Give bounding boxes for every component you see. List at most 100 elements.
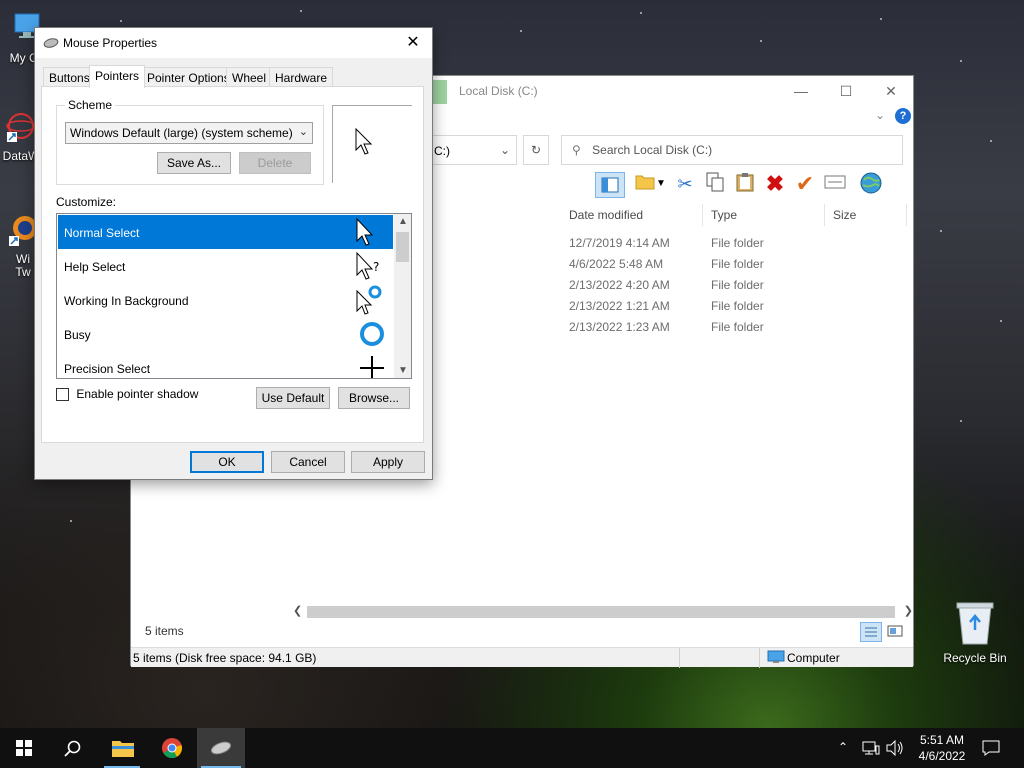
scheme-value: Windows Default (large) (system scheme) xyxy=(70,126,293,140)
help-icon[interactable]: ? xyxy=(895,108,911,124)
list-item-precision-select[interactable]: Precision Select xyxy=(58,351,393,378)
use-default-button[interactable]: Use Default xyxy=(256,387,330,409)
column-header-type[interactable]: Type xyxy=(703,204,825,226)
address-text: C:) xyxy=(434,144,450,158)
system-clock[interactable]: 5:51 AM 4/6/2022 xyxy=(912,732,972,764)
tab-pointers[interactable]: Pointers xyxy=(89,65,146,88)
chevron-up-icon[interactable]: ⌃ xyxy=(838,740,848,754)
scheme-select[interactable]: Windows Default (large) (system scheme) … xyxy=(65,122,313,144)
maximize-button[interactable]: ☐ xyxy=(836,82,856,100)
mouse-properties-taskbar[interactable] xyxy=(197,728,245,768)
browse-button[interactable]: Browse... xyxy=(338,387,410,409)
vertical-scrollbar[interactable]: ▲ ▼ xyxy=(394,214,411,378)
tab-wheel[interactable]: Wheel xyxy=(226,67,273,87)
apply-button[interactable]: Apply xyxy=(351,451,425,473)
paste-icon[interactable] xyxy=(733,172,757,196)
dialog-title-bar[interactable]: Mouse Properties ✕ xyxy=(35,28,432,58)
refresh-button[interactable]: ↻ xyxy=(523,135,549,165)
table-row[interactable]: 2/13/2022 1:23 AM File folder xyxy=(561,318,901,339)
mouse-properties-dialog: Mouse Properties ✕ Buttons Pointers Poin… xyxy=(34,27,433,480)
item-count: 5 items xyxy=(145,624,184,638)
save-as-button[interactable]: Save As... xyxy=(157,152,231,174)
scroll-left-icon[interactable]: ❮ xyxy=(293,604,302,617)
mouse-icon xyxy=(43,38,59,48)
delete-button[interactable]: Delete xyxy=(239,152,311,174)
pointer-shadow-checkbox[interactable] xyxy=(56,388,69,402)
pointer-shadow-option[interactable]: Enable pointer shadow xyxy=(56,387,199,402)
pointers-tab-page: Scheme Windows Default (large) (system s… xyxy=(41,86,424,443)
properties-icon[interactable] xyxy=(823,172,847,196)
scroll-right-icon[interactable]: ❯ xyxy=(904,604,913,617)
dialog-close-button[interactable]: ✕ xyxy=(402,32,424,54)
list-item-working-in-background[interactable]: Working In Background xyxy=(58,283,393,317)
table-row[interactable]: 2/13/2022 4:20 AM File folder xyxy=(561,276,901,297)
column-header-date[interactable]: Date modified xyxy=(561,204,703,226)
help-cursor-icon: ? xyxy=(356,251,379,280)
details-view-icon[interactable] xyxy=(859,622,882,642)
scroll-up-icon[interactable]: ▲ xyxy=(398,216,408,227)
file-explorer-taskbar[interactable] xyxy=(98,728,146,768)
minimize-button[interactable]: — xyxy=(791,82,811,100)
large-icons-view-icon[interactable] xyxy=(885,622,907,642)
list-item-normal-select[interactable]: Normal Select xyxy=(58,215,393,249)
cut-icon[interactable]: ✂ xyxy=(673,172,697,196)
row-date: 2/13/2022 4:20 AM xyxy=(569,278,670,292)
clock-date: 4/6/2022 xyxy=(918,749,966,763)
volume-control[interactable] xyxy=(886,728,904,768)
row-type: File folder xyxy=(711,320,764,334)
list-item-label: Busy xyxy=(64,328,91,342)
table-row[interactable]: 4/6/2022 5:48 AM File folder xyxy=(561,255,901,276)
chevron-down-icon: ⌄ xyxy=(298,126,308,138)
list-item-label: Working In Background xyxy=(64,294,189,308)
crosshair-cursor-icon xyxy=(360,356,384,378)
rename-check-icon[interactable]: ✔ xyxy=(793,172,817,196)
chrome-taskbar[interactable] xyxy=(148,728,196,768)
desktop-icon-recycle-bin[interactable]: Recycle Bin xyxy=(940,600,1010,665)
mouse-icon xyxy=(210,741,232,755)
customize-label: Customize: xyxy=(56,195,117,209)
list-item-help-select[interactable]: Help Select ? xyxy=(58,249,393,283)
scroll-down-icon[interactable]: ▼ xyxy=(398,365,408,376)
start-button[interactable] xyxy=(0,728,48,768)
tab-buttons[interactable]: Buttons xyxy=(43,67,96,87)
cancel-button[interactable]: Cancel xyxy=(271,451,345,473)
list-item-busy[interactable]: Busy xyxy=(58,317,393,351)
tab-hardware[interactable]: Hardware xyxy=(269,67,334,87)
search-input[interactable]: ⚲ Search Local Disk (C:) xyxy=(561,135,903,165)
list-item-label: Precision Select xyxy=(64,362,151,376)
explorer-title: Local Disk (C:) xyxy=(459,84,538,98)
search-button[interactable] xyxy=(48,728,96,768)
column-header-size[interactable]: Size xyxy=(825,204,907,226)
row-date: 2/13/2022 1:21 AM xyxy=(569,299,670,313)
table-row[interactable]: 2/13/2022 1:21 AM File folder xyxy=(561,297,901,318)
delete-icon[interactable]: ✖ xyxy=(763,172,787,196)
copy-icon[interactable] xyxy=(703,172,727,196)
table-row[interactable]: 12/7/2019 4:14 AM File folder xyxy=(561,234,901,255)
scheme-group: Scheme Windows Default (large) (system s… xyxy=(56,98,324,185)
scroll-thumb[interactable] xyxy=(396,232,409,262)
row-date: 2/13/2022 1:23 AM xyxy=(569,320,670,334)
network-globe-icon[interactable] xyxy=(859,172,883,196)
row-type: File folder xyxy=(711,236,764,250)
action-center[interactable] xyxy=(982,728,1000,768)
address-bar[interactable]: C:) ⌄ xyxy=(429,135,517,165)
row-type: File folder xyxy=(711,278,764,292)
new-folder-icon[interactable] xyxy=(633,172,657,196)
preview-pane-icon[interactable] xyxy=(595,172,625,198)
status-bar: 5 items (Disk free space: 94.1 GB) Compu… xyxy=(131,647,913,668)
pointer-list[interactable]: Normal Select Help Select ? Working In B… xyxy=(56,213,412,379)
tab-pointer-options[interactable]: Pointer Options xyxy=(141,67,236,87)
horizontal-scrollbar[interactable]: ❮ ❯ xyxy=(293,604,913,620)
search-icon: ⚲ xyxy=(572,143,581,157)
expand-ribbon-icon[interactable]: ⌄ xyxy=(875,108,885,122)
ok-button[interactable]: OK xyxy=(190,451,264,473)
clock-time: 5:51 AM xyxy=(919,733,965,747)
network-status[interactable] xyxy=(862,728,880,768)
address-dropdown-icon[interactable]: ⌄ xyxy=(500,143,510,157)
close-button[interactable]: ✕ xyxy=(881,82,901,100)
pointer-shadow-label: Enable pointer shadow xyxy=(76,387,199,401)
new-folder-dropdown-icon[interactable]: ▼ xyxy=(655,172,667,196)
row-date: 12/7/2019 4:14 AM xyxy=(569,236,670,250)
scroll-thumb[interactable] xyxy=(307,606,895,618)
folder-icon xyxy=(112,741,134,757)
